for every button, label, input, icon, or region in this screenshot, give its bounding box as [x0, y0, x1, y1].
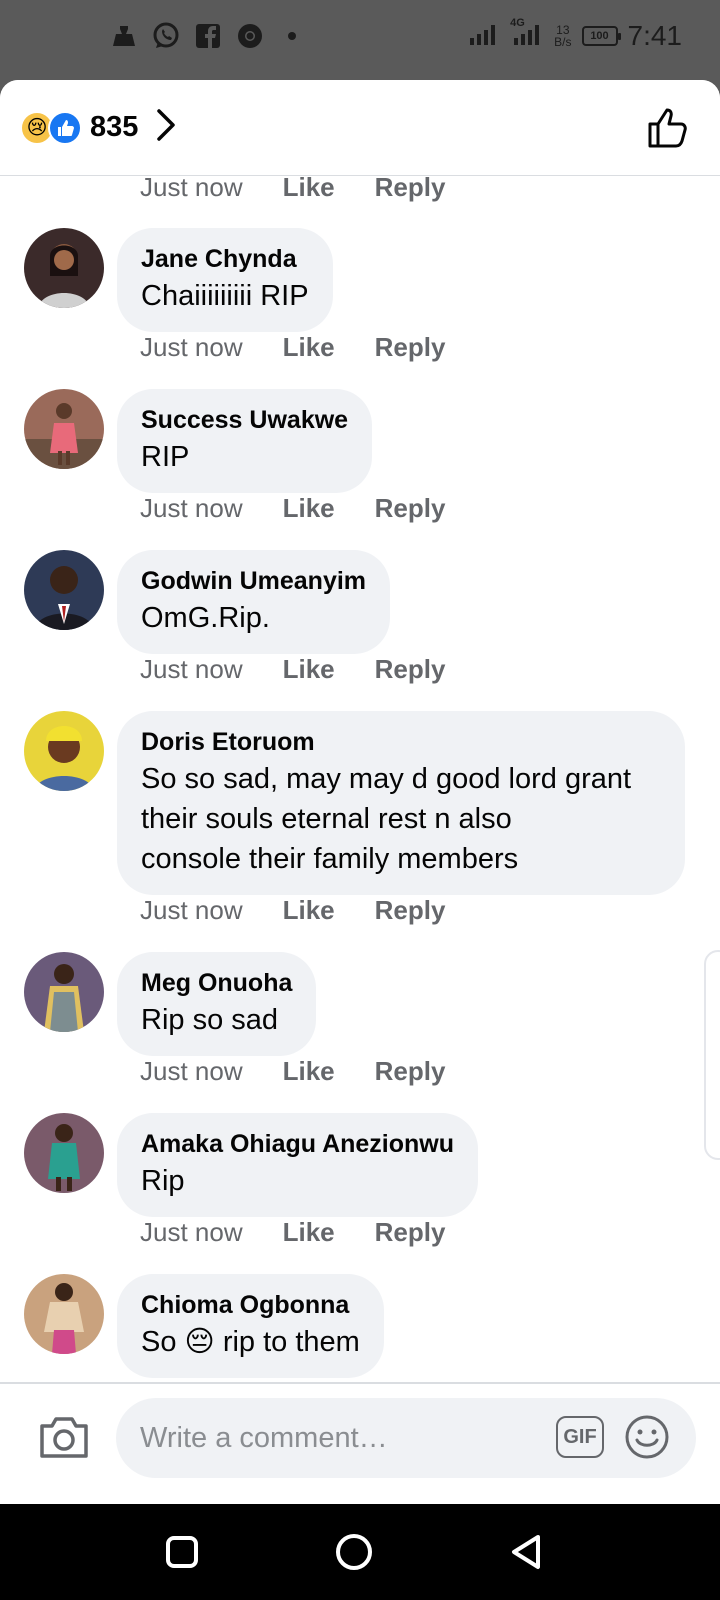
avatar[interactable] — [24, 389, 104, 469]
like-comment-button[interactable]: Like — [283, 176, 335, 203]
comment-bubble[interactable]: Success Uwakwe RIP — [117, 389, 373, 493]
commenter-name[interactable]: Godwin Umeanyim — [141, 564, 366, 598]
back-button[interactable] — [506, 1532, 546, 1572]
avatar[interactable] — [24, 1274, 104, 1354]
smiley-icon — [625, 1415, 669, 1459]
comment-text: Rip — [141, 1165, 185, 1197]
reply-comment-button[interactable]: Reply — [375, 1217, 446, 1248]
comments-list[interactable]: Just now Like Reply Jane Chynda Chaiiiii… — [0, 176, 720, 1382]
chrome-icon — [236, 22, 264, 50]
chevron-right-icon — [156, 108, 176, 147]
avatar[interactable] — [24, 228, 104, 308]
comments-sheet: 😢 835 Just now Like Reply Jane Chynda Ch… — [0, 80, 720, 1504]
notification-icons — [110, 22, 306, 50]
like-post-button[interactable] — [644, 104, 692, 152]
net-speed-unit: B/s — [554, 35, 572, 49]
like-comment-button[interactable]: Like — [283, 1056, 335, 1087]
comment-composer: GIF — [0, 1382, 720, 1504]
comment-text: So 😔 rip to them — [141, 1326, 360, 1358]
comment-input-box[interactable]: GIF — [116, 1398, 696, 1478]
like-comment-button[interactable]: Like — [283, 1217, 335, 1248]
comment-text: Rip so sad — [141, 1004, 279, 1036]
avatar[interactable] — [24, 1113, 104, 1193]
comment-text: RIP — [141, 441, 190, 473]
comment-text: OmG.Rip. — [141, 602, 270, 634]
comment-time: Just now — [140, 332, 243, 362]
comment-actions: Just now Like Reply — [140, 1056, 445, 1087]
commenter-name[interactable]: Jane Chynda — [141, 242, 309, 276]
user-icon — [110, 22, 138, 50]
network-type: 4G — [510, 16, 525, 29]
commenter-name[interactable]: Doris Etoruom — [141, 725, 661, 759]
facebook-icon — [194, 22, 222, 50]
reply-comment-button[interactable]: Reply — [375, 176, 446, 203]
comment-time: Just now — [140, 1217, 243, 1247]
avatar[interactable] — [24, 711, 104, 791]
reply-comment-button[interactable]: Reply — [375, 654, 446, 685]
comment-time: Just now — [140, 176, 243, 202]
reply-comment-button[interactable]: Reply — [375, 332, 446, 363]
comment-actions: Just now Like Reply — [140, 1217, 445, 1248]
status-bar: 4G 13 B/s 100 7:41 — [0, 0, 720, 80]
like-comment-button[interactable]: Like — [283, 332, 335, 363]
commenter-name[interactable]: Amaka Ohiagu Anezionwu — [141, 1127, 454, 1161]
dot-icon — [278, 22, 306, 50]
comment-bubble[interactable]: Jane Chynda Chaiiiiiiiii RIP — [117, 228, 333, 332]
comment-actions: Just now Like Reply — [140, 493, 445, 524]
reaction-count: 835 — [90, 111, 139, 143]
thumbs-up-icon — [648, 108, 687, 148]
reply-comment-button[interactable]: Reply — [375, 895, 446, 926]
comment-input[interactable] — [140, 1416, 520, 1460]
camera-button[interactable] — [38, 1412, 90, 1462]
clock: 7:41 — [627, 20, 683, 51]
comment-time: Just now — [140, 1056, 243, 1086]
gif-button[interactable]: GIF — [556, 1416, 604, 1458]
commenter-name[interactable]: Meg Onuoha — [141, 966, 292, 1000]
whatsapp-icon — [152, 22, 180, 50]
comment-actions: Just now Like Reply — [140, 176, 445, 203]
recents-button[interactable] — [162, 1532, 202, 1572]
like-comment-button[interactable]: Like — [283, 493, 335, 524]
comment-text: Chaiiiiiiiii RIP — [141, 280, 309, 312]
side-panel-edge[interactable] — [704, 950, 720, 1160]
comment-actions: Just now Like Reply — [140, 654, 445, 685]
comment-time: Just now — [140, 654, 243, 684]
comment-bubble[interactable]: Chioma Ogbonna So 😔 rip to them — [117, 1274, 384, 1378]
comment-time: Just now — [140, 895, 243, 925]
like-comment-button[interactable]: Like — [283, 654, 335, 685]
commenter-name[interactable]: Chioma Ogbonna — [141, 1288, 360, 1322]
commenter-name[interactable]: Success Uwakwe — [141, 403, 348, 437]
avatar[interactable] — [24, 952, 104, 1032]
comment-bubble[interactable]: Amaka Ohiagu Anezionwu Rip — [117, 1113, 479, 1217]
back-triangle-icon — [512, 1535, 540, 1569]
comment-bubble[interactable]: Godwin Umeanyim OmG.Rip. — [117, 550, 391, 654]
comment-bubble[interactable]: Meg Onuoha Rip so sad — [117, 952, 317, 1056]
signal-4g-icon: 4G — [510, 17, 544, 50]
like-comment-button[interactable]: Like — [283, 895, 335, 926]
reply-comment-button[interactable]: Reply — [375, 493, 446, 524]
comment-time: Just now — [140, 493, 243, 523]
battery-level: 100 — [590, 30, 609, 42]
circle-icon — [336, 1534, 372, 1570]
square-icon — [166, 1536, 198, 1568]
comment-bubble[interactable]: Doris Etoruom So so sad, may may d good … — [117, 711, 685, 895]
reactions-summary-button[interactable]: 😢 835 — [20, 108, 176, 147]
system-nav-bar — [0, 1504, 720, 1600]
battery-icon: 100 — [581, 26, 621, 46]
like-reaction-icon — [48, 110, 82, 145]
avatar[interactable] — [24, 550, 104, 630]
camera-icon — [40, 1417, 88, 1458]
emoji-button[interactable] — [624, 1414, 670, 1460]
status-indicators: 4G 13 B/s 100 7:41 — [470, 17, 683, 52]
net-speed: 13 B/s — [554, 24, 571, 48]
comment-actions: Just now Like Reply — [140, 895, 445, 926]
home-button[interactable] — [334, 1532, 374, 1572]
signal-icon — [470, 23, 500, 50]
comment-text: So so sad, may may d good lord grant the… — [141, 763, 632, 875]
reply-comment-button[interactable]: Reply — [375, 1056, 446, 1087]
reactions-header: 😢 835 — [0, 80, 720, 176]
comment-actions: Just now Like Reply — [140, 332, 445, 363]
